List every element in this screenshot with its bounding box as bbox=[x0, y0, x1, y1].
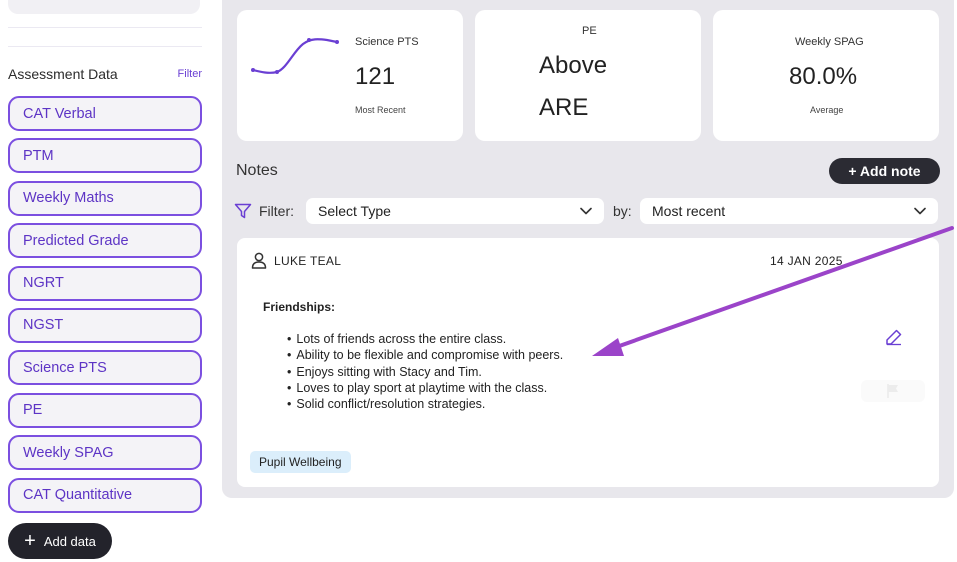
weekly-spag-card[interactable]: Weekly SPAG 80.0% Average bbox=[713, 10, 939, 141]
card-value: 80.0% bbox=[789, 63, 858, 90]
sidebar-item-weekly-maths[interactable]: Weekly Maths bbox=[8, 180, 202, 216]
divider bbox=[8, 27, 202, 28]
sidebar-item-science-pts[interactable]: Science PTS bbox=[8, 350, 202, 386]
pencil-icon[interactable] bbox=[885, 328, 903, 346]
list-item: Lots of friends across the entire class. bbox=[287, 331, 563, 347]
sidebar-item-pe[interactable]: PE bbox=[8, 392, 202, 428]
notes-filter-row: Filter: Select Type by: Most recent bbox=[234, 198, 940, 224]
list-item: Solid conflict/resolution strategies. bbox=[287, 396, 563, 412]
category-tag[interactable]: Pupil Wellbeing bbox=[250, 451, 351, 473]
add-data-label: Add data bbox=[43, 533, 96, 549]
sidebar-top-panel bbox=[8, 0, 200, 14]
chevron-down-icon bbox=[580, 207, 592, 215]
card-value-line2: ARE bbox=[539, 94, 589, 121]
list-item: Enjoys sitting with Stacy and Tim. bbox=[287, 364, 563, 380]
sidebar-item-weekly-spag[interactable]: Weekly SPAG bbox=[8, 435, 202, 471]
card-value: 121 bbox=[355, 63, 396, 90]
assessment-data-title: Assessment Data bbox=[8, 66, 118, 82]
sidebar-item-cat-verbal[interactable]: CAT Verbal bbox=[8, 96, 202, 131]
note-date: 14 JAN 2025 bbox=[770, 254, 843, 268]
card-subtitle: Average bbox=[810, 105, 844, 115]
note-type-select[interactable]: Select Type bbox=[306, 198, 604, 224]
sidebar-item-cat-quantitative[interactable]: CAT Quantitative bbox=[8, 477, 202, 513]
note-type-value: Select Type bbox=[318, 203, 391, 219]
list-item: Ability to be flexible and compromise wi… bbox=[287, 347, 563, 363]
plus-icon: + bbox=[24, 530, 36, 552]
sidebar: Assessment Data Filter CAT Verbal PTM We… bbox=[0, 0, 212, 562]
note-author: LUKE TEAL bbox=[251, 252, 341, 269]
notes-title: Notes bbox=[236, 162, 278, 179]
card-label: Science PTS bbox=[355, 36, 419, 48]
science-pts-card[interactable]: Science PTS 121 Most Recent bbox=[237, 10, 463, 141]
add-note-button[interactable]: + Add note bbox=[829, 158, 940, 184]
card-subtitle: Most Recent bbox=[355, 105, 406, 115]
card-value: Above bbox=[539, 52, 608, 79]
pe-card[interactable]: PE Above ARE bbox=[475, 10, 701, 141]
main-panel: Science PTS 121 Most Recent PE Above ARE… bbox=[222, 0, 954, 498]
card-label: Weekly SPAG bbox=[795, 36, 864, 48]
note-heading: Friendships: bbox=[263, 300, 336, 314]
chevron-down-icon bbox=[914, 207, 926, 215]
list-item: Loves to play sport at playtime with the… bbox=[287, 380, 563, 396]
filter-label: Filter: bbox=[259, 203, 294, 219]
card-label: PE bbox=[582, 25, 597, 37]
sidebar-item-predicted-grade[interactable]: Predicted Grade bbox=[8, 223, 202, 259]
sidebar-item-ngst[interactable]: NGST bbox=[8, 307, 202, 343]
add-data-button[interactable]: + Add data bbox=[8, 523, 112, 559]
assessment-data-header: Assessment Data Filter bbox=[8, 64, 202, 84]
note-author-name: LUKE TEAL bbox=[274, 253, 342, 268]
sort-order-value: Most recent bbox=[652, 203, 726, 219]
sidebar-item-ngrt[interactable]: NGRT bbox=[8, 265, 202, 301]
note-card: LUKE TEAL 14 JAN 2025 Friendships: Lots … bbox=[237, 238, 939, 487]
sort-by-label: by: bbox=[613, 203, 632, 219]
sidebar-item-ptm[interactable]: PTM bbox=[8, 138, 202, 174]
flag-button[interactable] bbox=[861, 380, 925, 402]
flag-icon bbox=[887, 384, 898, 398]
user-icon bbox=[251, 252, 267, 269]
note-bullet-list: Lots of friends across the entire class.… bbox=[287, 331, 563, 412]
funnel-icon bbox=[234, 203, 252, 219]
sort-order-select[interactable]: Most recent bbox=[640, 198, 938, 224]
assessment-list: CAT Verbal PTM Weekly Maths Predicted Gr… bbox=[8, 96, 202, 520]
divider bbox=[8, 46, 202, 47]
filter-link[interactable]: Filter bbox=[178, 68, 202, 80]
sparkline-chart-icon bbox=[251, 38, 339, 74]
